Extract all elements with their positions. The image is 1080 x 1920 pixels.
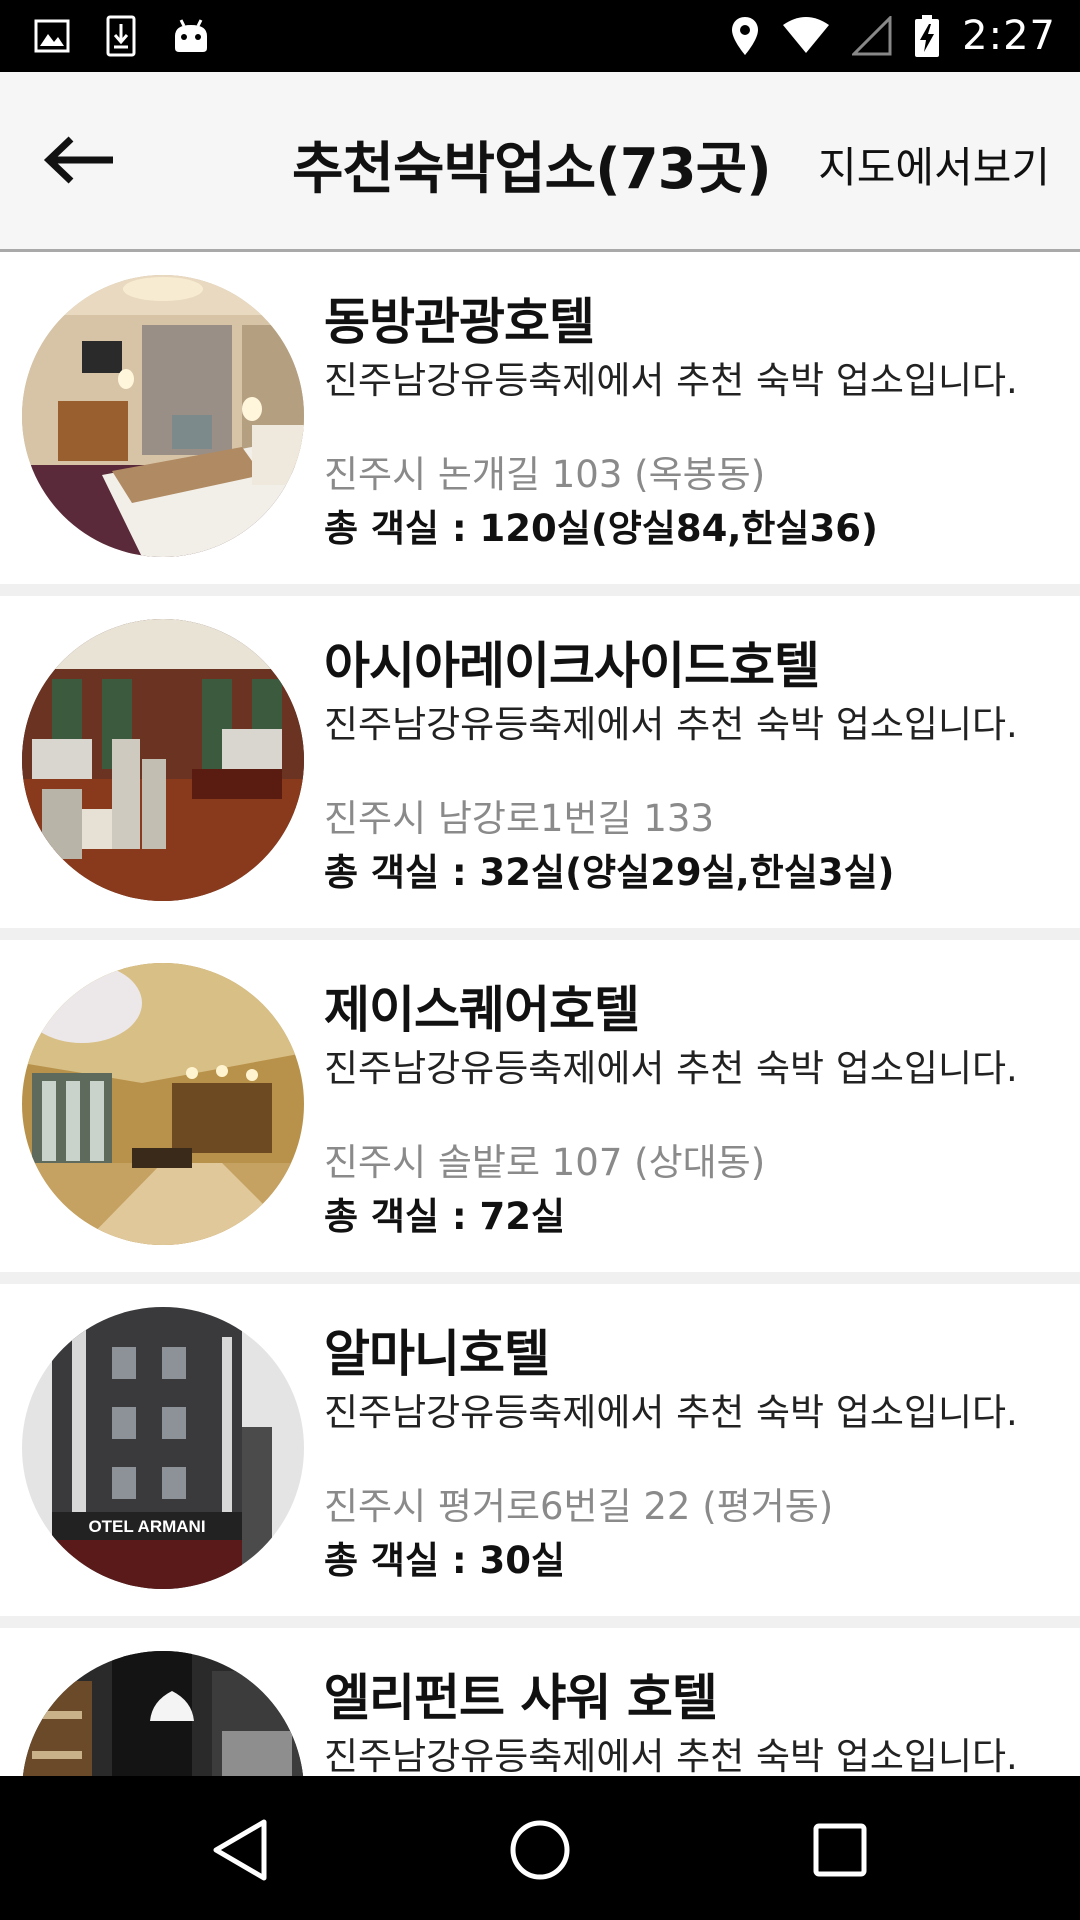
view-on-map-button[interactable]: 지도에서보기	[818, 134, 1050, 195]
hotel-exterior-photo: OTEL ARMANI	[22, 1307, 304, 1589]
list-item[interactable]: 동방관광호텔 진주남강유등축제에서 추천 숙박 업소입니다. 진주시 논개길 1…	[0, 252, 1080, 584]
hotel-description: 진주남강유등축제에서 추천 숙박 업소입니다.	[324, 1391, 1018, 1434]
list-item[interactable]: 제이스퀘어호텔 진주남강유등축제에서 추천 숙박 업소입니다. 진주시 솔밭로 …	[0, 940, 1080, 1272]
page-title: 추천숙박업소(73곳)	[292, 137, 772, 202]
list-item[interactable]: 아시아레이크사이드호텔 진주남강유등축제에서 추천 숙박 업소입니다. 진주시 …	[0, 596, 1080, 928]
hotel-address: 진주시 평거로6번길 22 (평거동)	[324, 1485, 834, 1528]
hotel-address: 진주시 남강로1번길 133	[324, 797, 715, 840]
hotel-cafe-photo	[22, 1651, 304, 1776]
nav-recents-icon	[812, 1822, 868, 1882]
hotel-rooms: 총 객실 : 120실(양실84,한실36)	[324, 507, 878, 550]
hotel-name: 제이스퀘어호텔	[324, 981, 640, 1039]
signal-icon	[852, 16, 892, 56]
hotel-address: 진주시 솔밭로 107 (상대동)	[324, 1141, 766, 1184]
hotel-description: 진주남강유등축제에서 추천 숙박 업소입니다.	[324, 1047, 1018, 1090]
system-icons: 2:27	[730, 12, 1056, 60]
hotel-description: 진주남강유등축제에서 추천 숙박 업소입니다.	[324, 359, 1018, 402]
hotel-sign-text: OTEL ARMANI	[88, 1517, 205, 1536]
hotel-list[interactable]: 동방관광호텔 진주남강유등축제에서 추천 숙박 업소입니다. 진주시 논개길 1…	[0, 252, 1080, 1776]
download-icon	[106, 15, 136, 57]
back-button[interactable]	[34, 122, 124, 202]
hotel-rooms: 총 객실 : 32실(양실29실,한실3실)	[324, 851, 895, 894]
nav-recents-button[interactable]	[800, 1812, 880, 1892]
hotel-name: 동방관광호텔	[324, 293, 595, 351]
wifi-icon	[782, 17, 830, 55]
hotel-name: 알마니호텔	[324, 1325, 550, 1383]
status-bar: 2:27	[0, 0, 1080, 72]
nav-back-icon	[210, 1818, 270, 1886]
hotel-address: 진주시 논개길 103 (옥봉동)	[324, 453, 766, 496]
list-item[interactable]: 엘리펀트 샤워 호텔 진주남강유등축제에서 추천 숙박 업소입니다.	[0, 1628, 1080, 1776]
hotel-description: 진주남강유등축제에서 추천 숙박 업소입니다.	[324, 703, 1018, 746]
hotel-rooms: 총 객실 : 72실	[324, 1195, 566, 1238]
clock: 2:27	[962, 13, 1056, 59]
nav-home-icon	[509, 1819, 571, 1885]
hotel-restaurant-photo	[22, 619, 304, 901]
list-item[interactable]: OTEL ARMANI 알마니호텔 진주남강유등축제에서 추천 숙박 업소입니다…	[0, 1284, 1080, 1616]
hotel-description: 진주남강유등축제에서 추천 숙박 업소입니다.	[324, 1735, 1018, 1776]
hotel-lobby-photo	[22, 963, 304, 1245]
location-icon	[730, 15, 760, 57]
nav-back-button[interactable]	[200, 1812, 280, 1892]
app-bar: 추천숙박업소(73곳) 지도에서보기	[0, 72, 1080, 252]
nav-home-button[interactable]	[500, 1812, 580, 1892]
battery-icon	[914, 14, 940, 58]
hotel-name: 엘리펀트 샤워 호텔	[324, 1669, 718, 1727]
image-icon	[34, 19, 70, 53]
navigation-bar	[0, 1776, 1080, 1920]
hotel-bedroom-photo	[22, 275, 304, 557]
hotel-rooms: 총 객실 : 30실	[324, 1539, 566, 1582]
android-icon	[172, 18, 210, 54]
arrow-left-icon	[43, 135, 115, 189]
notification-icons	[34, 12, 210, 60]
hotel-name: 아시아레이크사이드호텔	[324, 637, 820, 695]
